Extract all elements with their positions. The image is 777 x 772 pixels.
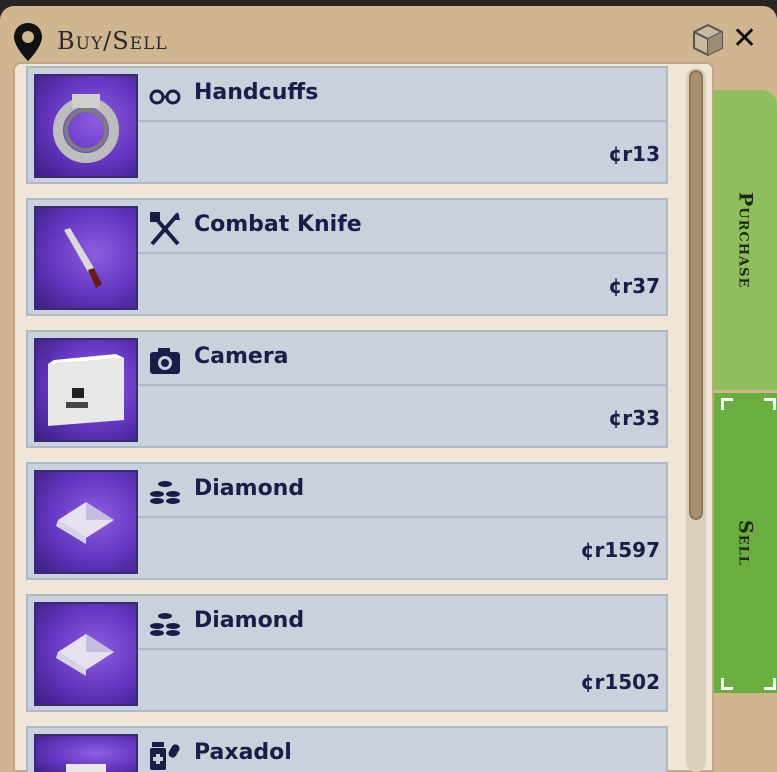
list-item[interactable]: Combat Knife ¢r37 <box>26 198 668 316</box>
item-thumbnail <box>34 734 138 772</box>
close-icon[interactable]: ✕ <box>732 24 758 54</box>
item-price: ¢r13 <box>608 142 660 166</box>
item-price-row: ¢r37 <box>138 256 668 314</box>
item-name-row: Camera <box>138 334 668 386</box>
medicine-icon <box>150 742 180 770</box>
list-item[interactable]: Paxadol <box>26 726 668 772</box>
item-name-row: Diamond <box>138 466 668 518</box>
item-price: ¢r1502 <box>580 670 660 694</box>
coins-icon <box>150 613 180 636</box>
item-price-row: ¢r33 <box>138 388 668 446</box>
item-name-row: Combat Knife <box>138 202 668 254</box>
item-name: Diamond <box>194 608 305 633</box>
selection-corner <box>764 678 776 690</box>
item-thumbnail <box>34 74 138 178</box>
item-price-row: ¢r13 <box>138 124 668 182</box>
item-name: Camera <box>194 344 289 369</box>
item-price-row: ¢r1597 <box>138 520 668 578</box>
tab-sell-label: Sell <box>734 520 757 566</box>
selection-corner <box>721 398 733 410</box>
item-price: ¢r33 <box>608 406 660 430</box>
coins-icon <box>150 481 180 504</box>
list-item[interactable]: Handcuffs ¢r13 <box>26 66 668 184</box>
camera-icon <box>150 348 180 374</box>
item-price: ¢r37 <box>608 274 660 298</box>
window-title: Buy/Sell <box>57 27 168 55</box>
list-item[interactable]: Diamond ¢r1502 <box>26 594 668 712</box>
selection-corner <box>721 678 733 690</box>
item-thumbnail <box>34 206 138 310</box>
list-item[interactable]: Camera ¢r33 <box>26 330 668 448</box>
item-name-row: Paxadol <box>138 730 668 772</box>
item-thumbnail <box>34 470 138 574</box>
item-thumbnail <box>34 602 138 706</box>
list-item[interactable]: Diamond ¢r1597 <box>26 462 668 580</box>
item-name: Combat Knife <box>194 212 362 237</box>
item-thumbnail <box>34 338 138 442</box>
title-bar: Buy/Sell ✕ <box>0 6 777 62</box>
selection-corner <box>764 398 776 410</box>
tab-purchase-label: Purchase <box>734 191 757 289</box>
cube-icon[interactable] <box>692 23 724 57</box>
item-price: ¢r1597 <box>580 538 660 562</box>
handcuffs-icon <box>149 89 181 105</box>
tab-sell[interactable]: Sell <box>714 393 777 693</box>
item-price-row: ¢r1502 <box>138 652 668 710</box>
fork-knife-icon <box>150 212 180 246</box>
item-name-row: Handcuffs <box>138 70 668 122</box>
item-name: Handcuffs <box>194 80 319 105</box>
item-name: Diamond <box>194 476 305 501</box>
item-name-row: Diamond <box>138 598 668 650</box>
location-pin-icon <box>14 23 42 61</box>
scrollbar-thumb[interactable] <box>689 70 703 520</box>
tab-purchase[interactable]: Purchase <box>714 90 777 390</box>
item-name: Paxadol <box>194 740 292 765</box>
